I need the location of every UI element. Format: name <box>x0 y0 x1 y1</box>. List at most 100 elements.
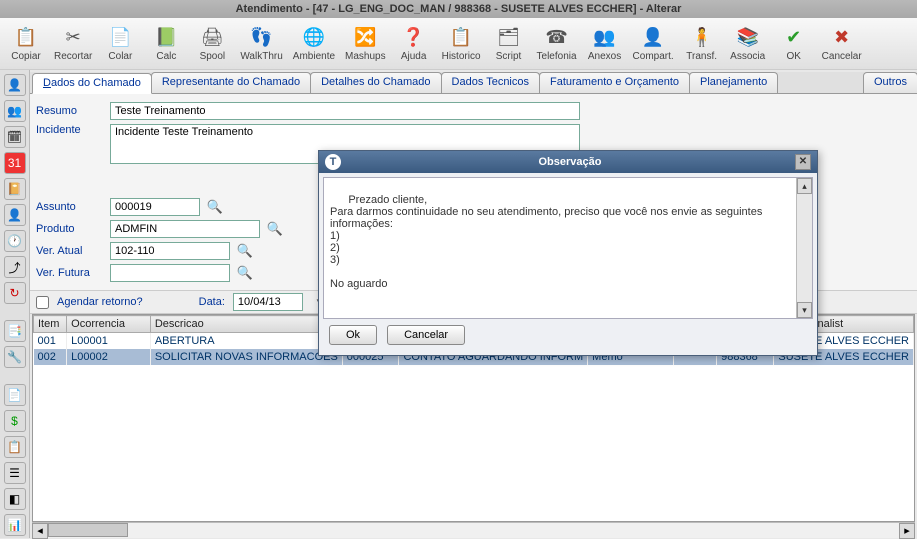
sidebar-icon-11[interactable]: 🔧 <box>4 346 26 368</box>
spool-button[interactable]: 🖨Spool <box>190 20 234 67</box>
sidebar-icon-13[interactable]: $ <box>4 410 26 432</box>
calc-button[interactable]: 📗Calc <box>144 20 188 67</box>
sidebar-icon-5[interactable]: 📔 <box>4 178 26 200</box>
col-item[interactable]: Item <box>34 316 67 333</box>
scroll-down-icon[interactable]: ▾ <box>797 302 812 318</box>
tab-strip: Dados do Chamado Representante do Chamad… <box>30 72 917 94</box>
colar-button-icon: 📄 <box>108 26 132 50</box>
dialog-vscroll[interactable]: ▴ ▾ <box>796 178 812 318</box>
sidebar-icon-10[interactable]: 📑 <box>4 320 26 342</box>
sidebar-icon-6[interactable]: 👤 <box>4 204 26 226</box>
scroll-left-icon[interactable]: ◂ <box>32 523 48 539</box>
sidebar-icon-15[interactable]: ☰ <box>4 462 26 484</box>
recortar-button[interactable]: ✂Recortar <box>50 20 96 67</box>
tab-detalhes[interactable]: Detalhes do Chamado <box>310 72 441 93</box>
anexos-button-label: Anexos <box>588 51 621 62</box>
copiar-button-label: Copiar <box>11 51 40 62</box>
produto-lookup-icon[interactable]: 🔍 <box>266 220 284 238</box>
ajuda-button[interactable]: ❓Ajuda <box>392 20 436 67</box>
left-sidebar: 👤 👥 🗓 31 📔 👤 🕐 ⤴ ↻ 📑 🔧 📄 $ 📋 ☰ ◧ 📊 <box>0 70 30 538</box>
sidebar-icon-2[interactable]: 👥 <box>4 100 26 122</box>
mashups-button-label: Mashups <box>345 51 386 62</box>
assunto-lookup-icon[interactable]: 🔍 <box>206 198 224 216</box>
scroll-right-icon[interactable]: ▸ <box>899 523 915 539</box>
produto-input[interactable] <box>110 220 260 238</box>
agendar-label: Agendar retorno? <box>57 296 143 308</box>
veratual-lookup-icon[interactable]: 🔍 <box>236 242 254 260</box>
veratual-label: Ver. Atual <box>36 245 104 257</box>
verfutura-input[interactable] <box>110 264 230 282</box>
sidebar-icon-1[interactable]: 👤 <box>4 74 26 96</box>
historico-button[interactable]: 📋Historico <box>438 20 485 67</box>
col-descricao1[interactable]: Descricao <box>150 316 342 333</box>
anexos-button-icon: 👥 <box>593 26 617 50</box>
ambiente-button[interactable]: 🌐Ambiente <box>289 20 339 67</box>
dialog-titlebar[interactable]: T Observação ✕ <box>319 151 817 173</box>
anexos-button[interactable]: 👥Anexos <box>583 20 627 67</box>
tab-dados-chamado[interactable]: Dados do Chamado <box>32 73 152 94</box>
spool-button-icon: 🖨 <box>200 26 224 50</box>
scroll-thumb[interactable] <box>48 523 128 537</box>
scroll-up-icon[interactable]: ▴ <box>797 178 812 194</box>
dialog-cancel-button[interactable]: Cancelar <box>387 325 465 345</box>
walkthru-button-icon: 👣 <box>250 26 274 50</box>
transf-button[interactable]: 🧍Transf. <box>680 20 724 67</box>
calc-button-label: Calc <box>156 51 176 62</box>
recortar-button-label: Recortar <box>54 51 92 62</box>
ok-button[interactable]: ✔OK <box>772 20 816 67</box>
data-input[interactable] <box>233 293 303 311</box>
incidente-label: Incidente <box>36 124 104 136</box>
observacao-dialog: T Observação ✕ Prezado cliente, Para dar… <box>318 150 818 356</box>
telefonia-button[interactable]: ☎Telefonia <box>533 20 581 67</box>
tab-planejamento[interactable]: Planejamento <box>689 72 778 93</box>
colar-button-label: Colar <box>108 51 132 62</box>
dialog-ok-button[interactable]: Ok <box>329 325 377 345</box>
cancelar-button[interactable]: ✖Cancelar <box>818 20 866 67</box>
script-button[interactable]: 🗂Script <box>487 20 531 67</box>
resumo-label: Resumo <box>36 105 104 117</box>
tab-outros[interactable]: Outros <box>863 72 917 93</box>
veratual-input[interactable] <box>110 242 230 260</box>
telefonia-button-label: Telefonia <box>537 51 577 62</box>
compart-button[interactable]: 👤Compart. <box>629 20 678 67</box>
sidebar-icon-7[interactable]: 🕐 <box>4 230 26 252</box>
cancelar-button-label: Cancelar <box>822 51 862 62</box>
compart-button-label: Compart. <box>633 51 674 62</box>
sidebar-icon-16[interactable]: ◧ <box>4 488 26 510</box>
dialog-close-icon[interactable]: ✕ <box>795 154 811 170</box>
transf-button-label: Transf. <box>686 51 717 62</box>
dialog-app-icon: T <box>325 154 341 170</box>
sidebar-icon-9[interactable]: ↻ <box>4 282 26 304</box>
script-button-label: Script <box>496 51 522 62</box>
colar-button[interactable]: 📄Colar <box>98 20 142 67</box>
observacao-textarea[interactable]: Prezado cliente, Para darmos continuidad… <box>323 177 813 319</box>
data-label: Data: <box>199 296 225 308</box>
sidebar-icon-4[interactable]: 31 <box>4 152 26 174</box>
historico-button-icon: 📋 <box>449 26 473 50</box>
associa-button[interactable]: 📚Associa <box>726 20 770 67</box>
calc-button-icon: 📗 <box>154 26 178 50</box>
associa-button-label: Associa <box>730 51 765 62</box>
window-titlebar: Atendimento - [47 - LG_ENG_DOC_MAN / 988… <box>0 0 917 18</box>
tab-representante[interactable]: Representante do Chamado <box>151 72 311 93</box>
horizontal-scrollbar[interactable]: ◂ ▸ <box>32 522 915 538</box>
tab-tecnicos[interactable]: Dados Tecnicos <box>441 72 540 93</box>
col-ocorrencia[interactable]: Ocorrencia <box>67 316 151 333</box>
verfutura-lookup-icon[interactable]: 🔍 <box>236 264 254 282</box>
sidebar-icon-14[interactable]: 📋 <box>4 436 26 458</box>
telefonia-button-icon: ☎ <box>545 26 569 50</box>
assunto-input[interactable] <box>110 198 200 216</box>
mashups-button-icon: 🔀 <box>353 26 377 50</box>
sidebar-icon-8[interactable]: ⤴ <box>4 256 26 278</box>
observacao-text-content: Prezado cliente, Para darmos continuidad… <box>330 194 765 290</box>
sidebar-icon-17[interactable]: 📊 <box>4 514 26 536</box>
sidebar-icon-3[interactable]: 🗓 <box>4 126 26 148</box>
tab-faturamento[interactable]: Faturamento e Orçamento <box>539 72 690 93</box>
mashups-button[interactable]: 🔀Mashups <box>341 20 390 67</box>
resumo-input[interactable] <box>110 102 580 120</box>
spool-button-label: Spool <box>200 51 226 62</box>
copiar-button[interactable]: 📋Copiar <box>4 20 48 67</box>
agendar-checkbox[interactable] <box>36 296 49 309</box>
walkthru-button[interactable]: 👣WalkThru <box>236 20 286 67</box>
sidebar-icon-12[interactable]: 📄 <box>4 384 26 406</box>
